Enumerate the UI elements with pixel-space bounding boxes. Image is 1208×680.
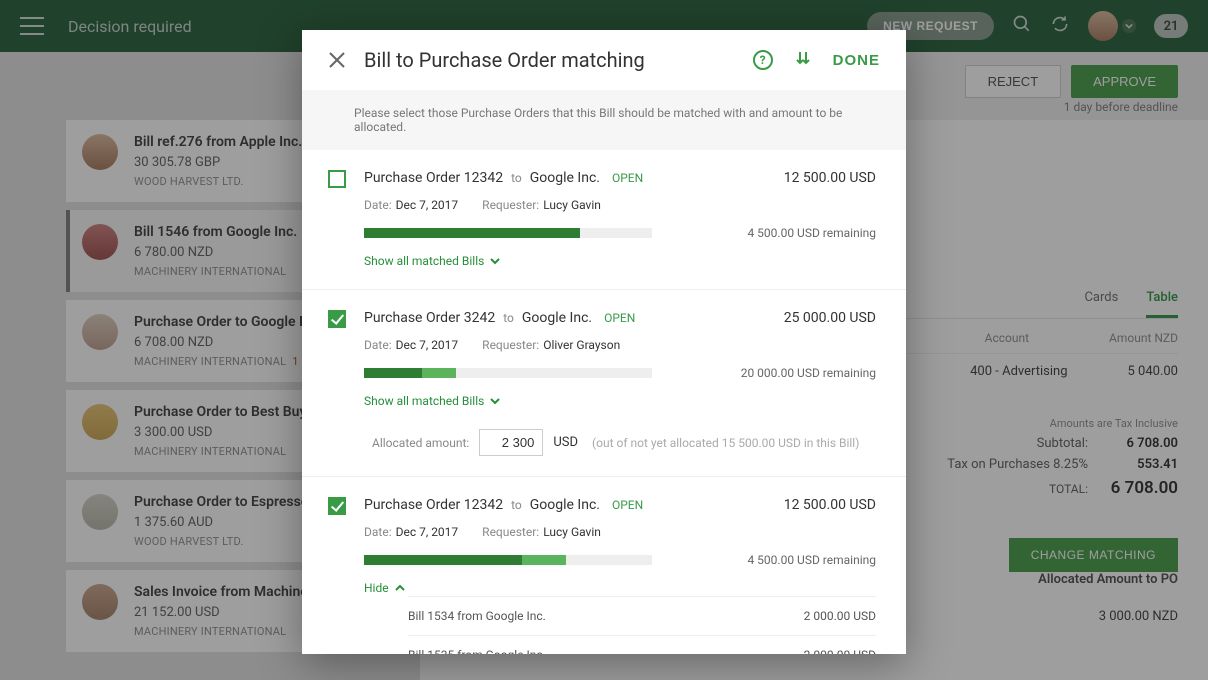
matched-bill-row: Bill 1535 from Google Inc.2 000.00 USD <box>408 635 876 654</box>
done-button[interactable]: DONE <box>833 52 880 69</box>
po-status: OPEN <box>604 311 635 325</box>
po-item: Purchase Order 12342 to Google Inc. OPEN… <box>302 477 906 654</box>
po-date: Dec 7, 2017 <box>396 525 459 539</box>
po-item: Purchase Order 12342 to Google Inc. OPEN… <box>302 150 906 290</box>
po-item: Purchase Order 3242 to Google Inc. OPEN … <box>302 290 906 477</box>
hide-bills-toggle[interactable]: Hide <box>364 581 405 595</box>
alloc-label: Allocated amount: <box>372 436 469 450</box>
po-name: Purchase Order 12342 <box>364 497 503 513</box>
help-icon[interactable]: ? <box>753 50 773 70</box>
matched-bill-row: Bill 1534 from Google Inc.2 000.00 USD <box>408 596 876 635</box>
modal-header: Bill to Purchase Order matching ? DONE <box>302 30 906 90</box>
alloc-note: (out of not yet allocated 15 500.00 USD … <box>592 436 859 450</box>
po-status: OPEN <box>612 498 643 512</box>
po-name: Purchase Order 12342 <box>364 170 503 186</box>
alloc-unit: USD <box>553 435 578 450</box>
po-checkbox[interactable] <box>328 497 346 515</box>
po-requester: Lucy Gavin <box>543 198 601 212</box>
po-amount: 12 500.00 USD <box>784 497 876 513</box>
po-date: Dec 7, 2017 <box>396 198 459 212</box>
close-icon[interactable] <box>328 51 346 69</box>
allocated-amount-input[interactable] <box>479 429 543 456</box>
po-date: Dec 7, 2017 <box>396 338 459 352</box>
allocated-amount-row: Allocated amount: USD (out of not yet al… <box>328 429 876 456</box>
po-to: to <box>511 171 522 185</box>
chevron-down-icon <box>490 256 500 266</box>
chevron-up-icon <box>395 583 405 593</box>
po-remaining: 4 500.00 USD remaining <box>747 553 876 567</box>
po-checkbox[interactable] <box>328 170 346 188</box>
po-remaining: 4 500.00 USD remaining <box>747 226 876 240</box>
po-checkbox[interactable] <box>328 310 346 328</box>
chevron-down-icon <box>490 396 500 406</box>
sort-icon[interactable] <box>795 50 811 70</box>
po-progress-bar <box>364 555 652 565</box>
matching-modal: Bill to Purchase Order matching ? DONE P… <box>302 30 906 654</box>
show-bills-toggle[interactable]: Show all matched Bills <box>364 254 500 268</box>
po-requester: Oliver Grayson <box>543 338 620 352</box>
po-progress-bar <box>364 228 652 238</box>
po-name: Purchase Order 3242 <box>364 310 495 326</box>
po-vendor: Google Inc. <box>530 497 600 513</box>
po-vendor: Google Inc. <box>522 310 592 326</box>
po-status: OPEN <box>612 171 643 185</box>
po-requester: Lucy Gavin <box>543 525 601 539</box>
po-progress-bar <box>364 368 652 378</box>
po-amount: 12 500.00 USD <box>784 170 876 186</box>
po-vendor: Google Inc. <box>530 170 600 186</box>
modal-title: Bill to Purchase Order matching <box>364 48 645 72</box>
po-remaining: 20 000.00 USD remaining <box>741 366 876 380</box>
modal-body: Purchase Order 12342 to Google Inc. OPEN… <box>302 150 906 654</box>
po-to: to <box>511 498 522 512</box>
modal-subtitle: Please select those Purchase Orders that… <box>302 90 906 150</box>
show-bills-toggle[interactable]: Show all matched Bills <box>364 394 500 408</box>
po-to: to <box>503 311 514 325</box>
po-amount: 25 000.00 USD <box>784 310 876 326</box>
